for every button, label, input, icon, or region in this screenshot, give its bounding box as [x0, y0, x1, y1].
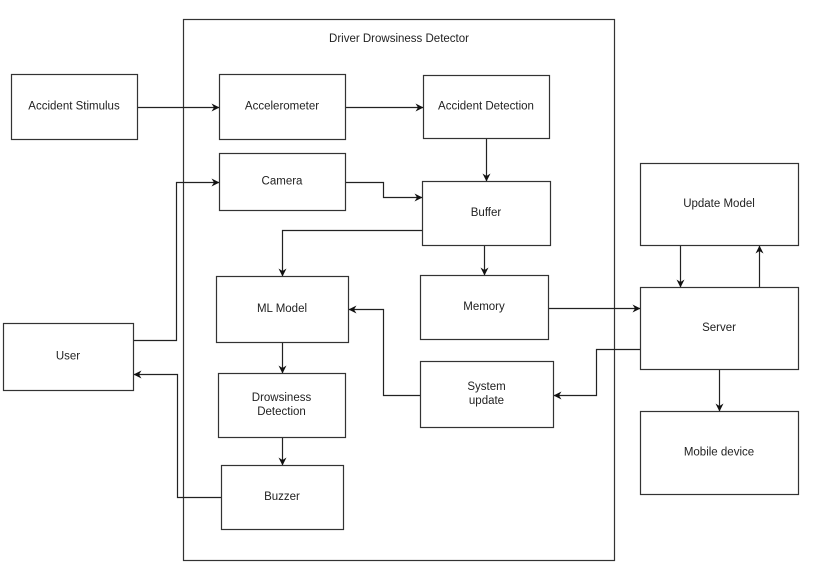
node-drowsiness-detection: Drowsiness Detection: [217, 372, 347, 439]
edge-camera-to-buffer: [345, 181, 423, 202]
node-server: Server: [639, 286, 800, 371]
node-accident-stimulus: Accident Stimulus: [10, 73, 139, 141]
edge-buffer-to-ml-model: [278, 229, 423, 277]
node-label: Mobile device: [684, 447, 754, 459]
node-memory: Memory: [419, 274, 550, 341]
node-label: update: [469, 395, 504, 407]
node-label: ML Model: [257, 303, 307, 315]
node-label: Accident Detection: [438, 101, 534, 113]
node-mobile-device: Mobile device: [639, 410, 800, 496]
edge-system-update-to-ml-model: [348, 305, 421, 397]
node-label: Accident Stimulus: [28, 101, 120, 113]
node-label: Server: [702, 322, 736, 334]
node-system-update: System update: [419, 360, 555, 429]
node-accelerometer: Accelerometer: [218, 73, 347, 141]
node-label: Update Model: [683, 198, 755, 210]
node-label: Drowsiness: [252, 392, 312, 404]
node-label: System: [467, 381, 505, 393]
node-label: Buzzer: [264, 491, 300, 503]
node-label: User: [56, 351, 80, 363]
edge-server-to-system-update: [553, 348, 641, 400]
nodes: Accident Stimulus Accelerometer Accident D…: [2, 73, 800, 531]
node-camera: Camera: [218, 152, 347, 212]
node-buzzer: Buzzer: [220, 464, 345, 531]
node-update-model: Update Model: [639, 162, 800, 247]
node-ml-model: ML Model: [215, 275, 350, 344]
node-label: Buffer: [471, 207, 502, 219]
node-label: Detection: [257, 406, 306, 418]
edge-user-to-camera: [133, 178, 220, 342]
node-buffer: Buffer: [421, 180, 552, 247]
node-accident-detection: Accident Detection: [422, 74, 551, 140]
edge-buzzer-to-user: [133, 370, 222, 499]
node-label: Memory: [463, 301, 505, 313]
block-diagram: Driver Drowsiness Detector Accident Stim…: [2, 18, 800, 562]
container-title: Driver Drowsiness Detector: [329, 33, 469, 45]
node-label: Accelerometer: [245, 101, 319, 113]
node-label: Camera: [262, 176, 304, 188]
node-user: User: [2, 322, 135, 392]
